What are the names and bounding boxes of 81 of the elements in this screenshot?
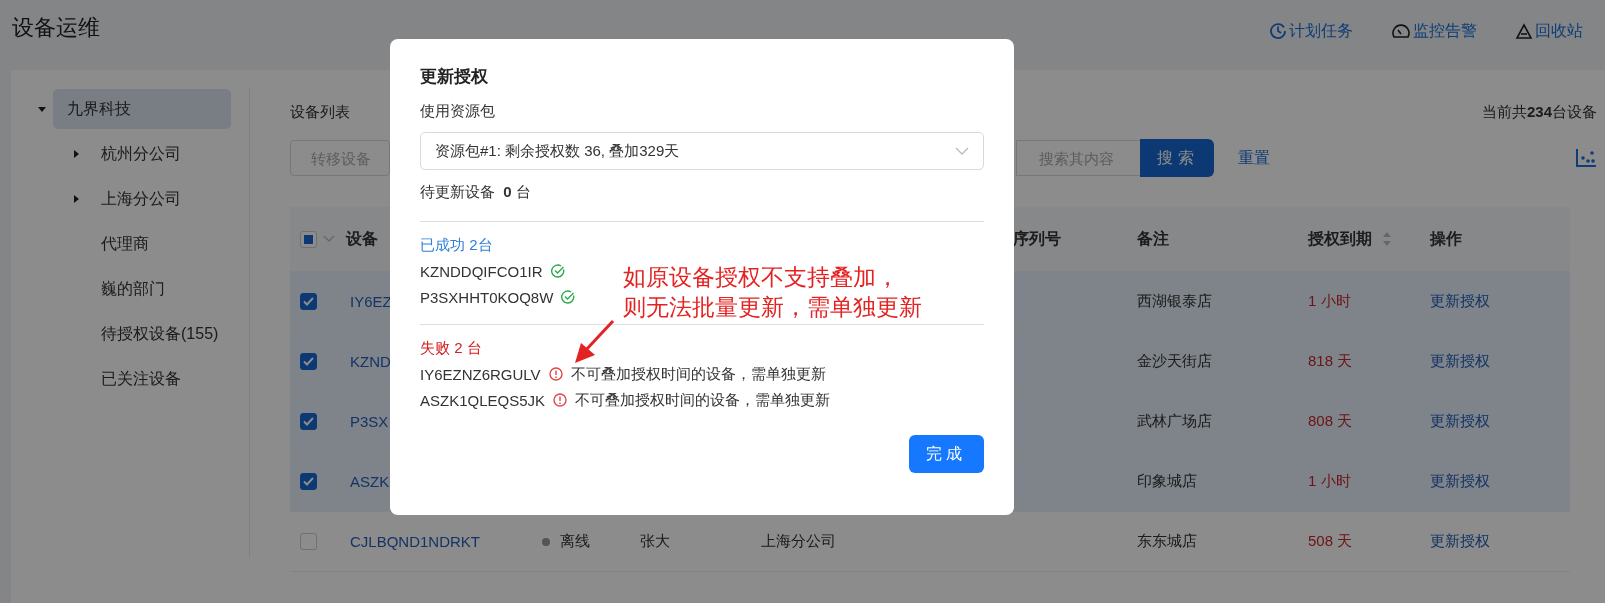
failure-reason: 不可叠加授权时间的设备，需单独更新	[575, 390, 831, 410]
page-title: 设备运维	[12, 14, 101, 42]
update-license-link[interactable]: 更新授权	[1430, 472, 1490, 491]
column-header: 设备	[346, 228, 378, 249]
exclamation-circle-icon	[548, 367, 563, 381]
gauge-icon	[1391, 22, 1411, 40]
check-circle-icon	[550, 264, 565, 278]
table-cell: 金沙天街店	[1137, 352, 1212, 371]
tree-item[interactable]: 代理商	[87, 224, 163, 264]
device-id: IY6EZNZ6RGULV	[420, 365, 541, 383]
table-cell: 武林广场店	[1137, 412, 1212, 431]
update-license-link[interactable]: 更新授权	[1430, 352, 1490, 371]
checkmark-icon	[303, 357, 314, 366]
header-link[interactable]: 监控告警	[1391, 20, 1477, 42]
chevron-down-icon	[955, 147, 969, 155]
checkmark-icon	[303, 417, 314, 426]
checkmark-icon	[303, 297, 314, 306]
device-id: KZNDDQIFCO1IR	[420, 262, 543, 280]
tree-item[interactable]: 待授权设备(155)	[87, 314, 233, 354]
expiry-text: 1 小时	[1308, 472, 1351, 491]
recycle-icon	[1515, 22, 1533, 40]
check-circle-icon	[561, 290, 576, 304]
device-id: P3SXHHT0KOQ8W	[420, 288, 554, 306]
row-checkbox[interactable]	[300, 353, 317, 370]
update-license-link[interactable]: 更新授权	[1430, 412, 1490, 431]
reset-link[interactable]: 重置	[1238, 147, 1270, 169]
list-title: 设备列表	[290, 102, 350, 122]
table-cell: 张大	[640, 532, 670, 551]
failure-heading: 失败 2 台	[420, 338, 482, 358]
row-checkbox[interactable]	[300, 293, 317, 310]
expiry-text: 818 天	[1308, 352, 1353, 371]
search-button[interactable]: 搜索	[1140, 139, 1214, 177]
device-id-link[interactable]: IY6EZ	[350, 293, 392, 310]
annotation-text: 则无法批量更新，需单独更新	[623, 293, 922, 322]
caret-icon[interactable]	[37, 104, 47, 114]
column-header: 备注	[1137, 228, 1169, 249]
dialog-title: 更新授权	[420, 66, 489, 88]
device-id-link[interactable]: ASZK	[350, 473, 390, 490]
table-cell: 上海分公司	[761, 532, 836, 551]
table-cell: 东东城店	[1137, 532, 1197, 551]
arrow-icon	[573, 319, 615, 365]
device-id-link[interactable]: P3SX	[350, 413, 389, 430]
column-header: 操作	[1430, 228, 1462, 249]
header-link[interactable]: 计划任务	[1269, 20, 1353, 42]
status-text: 离线	[560, 532, 590, 551]
device-count: 当前共234台设备	[1481, 102, 1597, 122]
update-license-link[interactable]: 更新授权	[1430, 292, 1490, 311]
device-id-link[interactable]: CJLBQND1NDRKT	[350, 533, 481, 550]
device-id: ASZK1QLEQS5JK	[420, 391, 546, 409]
exclamation-circle-icon	[553, 393, 568, 407]
tree-item[interactable]: 巍的部门	[87, 269, 179, 309]
device-id-link[interactable]: KZND	[350, 353, 391, 370]
done-button[interactable]: 完成	[909, 435, 984, 473]
caret-icon[interactable]	[71, 194, 81, 204]
clock-icon	[1269, 22, 1287, 40]
field-label: 使用资源包	[420, 102, 496, 121]
tree-item[interactable]: 九界科技	[53, 89, 231, 129]
table-cell: 西湖银泰店	[1137, 292, 1212, 311]
success-heading: 已成功 2台	[420, 235, 493, 255]
expiry-text: 808 天	[1308, 412, 1353, 431]
update-license-link[interactable]: 更新授权	[1430, 532, 1490, 551]
expiry-text: 1 小时	[1308, 292, 1351, 311]
select-all-checkbox[interactable]	[300, 230, 317, 248]
pending-count: 待更新设备 0 台	[420, 183, 532, 202]
tree-item[interactable]: 已关注设备	[87, 359, 195, 399]
row-checkbox[interactable]	[300, 473, 317, 490]
tree-item[interactable]: 杭州分公司	[87, 134, 195, 174]
checkmark-icon	[303, 477, 314, 486]
annotation-text: 如原设备授权不支持叠加，	[623, 263, 900, 292]
column-header: 序列号	[1013, 228, 1061, 249]
header-link[interactable]: 回收站	[1515, 20, 1583, 42]
tree-item[interactable]: 上海分公司	[87, 179, 195, 219]
failure-reason: 不可叠加授权时间的设备，需单独更新	[570, 364, 826, 384]
expiry-text: 508 天	[1308, 532, 1353, 551]
status-dot	[542, 537, 550, 546]
row-checkbox[interactable]	[300, 413, 317, 430]
caret-icon[interactable]	[71, 149, 81, 159]
table-cell: 印象城店	[1137, 472, 1197, 491]
column-header: 授权到期	[1308, 228, 1372, 249]
scatter-chart-icon[interactable]	[1575, 148, 1597, 168]
package-select[interactable]: 资源包#1: 剩余授权数 36, 叠加329天	[420, 132, 984, 170]
